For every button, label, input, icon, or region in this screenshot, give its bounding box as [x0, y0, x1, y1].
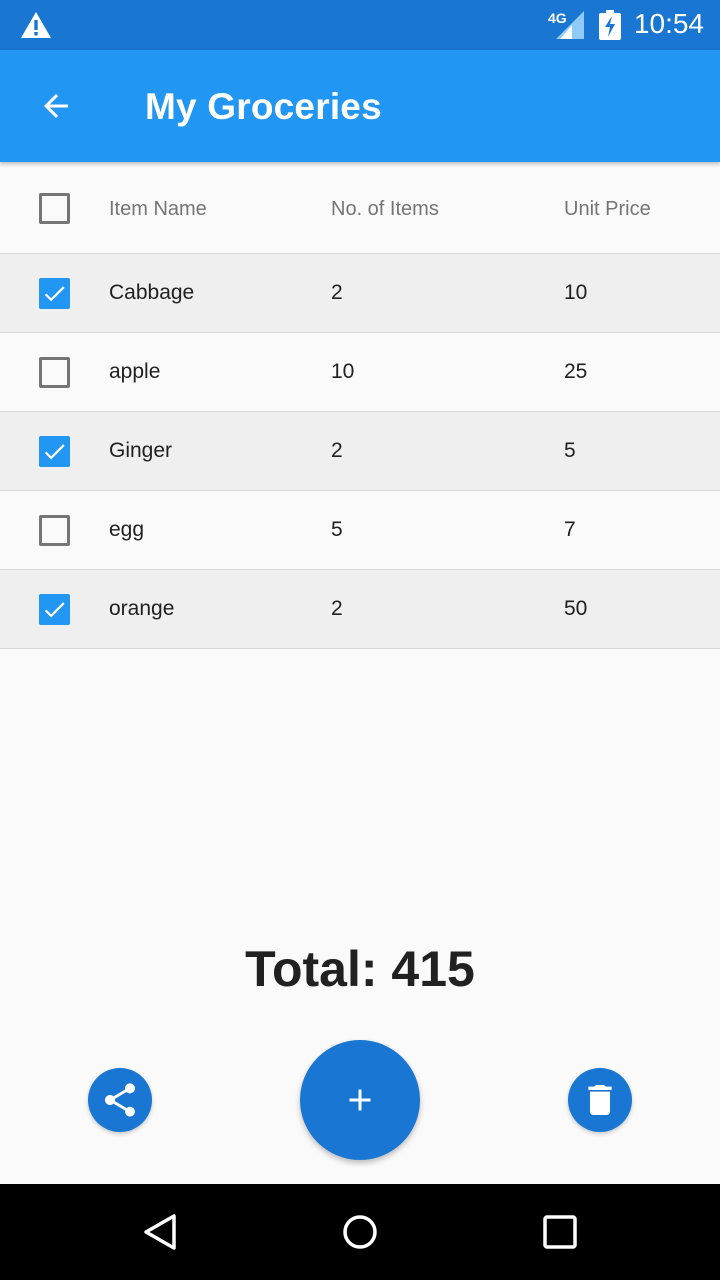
warning-icon — [21, 12, 51, 38]
network-type: 4G — [548, 10, 567, 26]
header-unit-price[interactable]: Unit Price — [564, 198, 651, 221]
table-row[interactable]: Ginger 2 5 — [0, 412, 720, 491]
nav-recents-icon[interactable] — [540, 1212, 580, 1252]
item-price: 7 — [564, 518, 576, 541]
item-name: Ginger — [109, 439, 173, 462]
table-row[interactable]: apple 10 25 — [0, 333, 720, 412]
item-price: 10 — [564, 281, 588, 304]
clock: 10:54 — [633, 8, 704, 39]
nav-back-icon[interactable] — [140, 1212, 180, 1252]
item-qty: 10 — [331, 360, 355, 383]
share-button[interactable] — [88, 1068, 152, 1132]
total-label: Total: 415 — [245, 941, 475, 997]
system-nav-bar — [0, 1184, 720, 1280]
item-qty: 5 — [331, 518, 343, 541]
grocery-table: Item Name No. of Items Unit Price Cabbag… — [0, 162, 720, 649]
item-price: 50 — [564, 597, 588, 620]
table-header: Item Name No. of Items Unit Price — [0, 162, 720, 254]
delete-button[interactable] — [568, 1068, 632, 1132]
header-item-name[interactable]: Item Name — [109, 198, 207, 221]
item-qty: 2 — [331, 281, 343, 304]
item-name: egg — [109, 518, 145, 541]
item-name: orange — [109, 597, 175, 620]
item-name: apple — [109, 360, 161, 383]
trash-icon — [588, 1085, 612, 1115]
row-checkbox[interactable] — [39, 357, 70, 388]
row-checkbox[interactable] — [39, 515, 70, 546]
checkmark-icon — [44, 286, 65, 302]
select-all-checkbox[interactable] — [39, 193, 70, 224]
row-checkbox[interactable] — [39, 436, 70, 467]
add-item-button[interactable] — [300, 1040, 420, 1160]
table-row[interactable]: egg 5 7 — [0, 491, 720, 570]
table-row[interactable]: orange 2 50 — [0, 570, 720, 649]
checkmark-icon — [44, 444, 65, 460]
header-no-of-items[interactable]: No. of Items — [331, 198, 439, 221]
item-price: 5 — [564, 439, 576, 462]
item-name: Cabbage — [109, 281, 195, 304]
arrow-back-icon — [44, 94, 68, 118]
share-icon — [105, 1083, 135, 1117]
row-checkbox[interactable] — [39, 594, 70, 625]
app-bar: My Groceries — [0, 50, 720, 162]
item-price: 25 — [564, 360, 588, 383]
table-row[interactable]: Cabbage 2 10 — [0, 254, 720, 333]
battery-charging-icon — [599, 10, 621, 40]
back-button[interactable] — [28, 78, 84, 134]
page-title: My Groceries — [145, 86, 382, 127]
row-checkbox[interactable] — [39, 278, 70, 309]
checkmark-icon — [44, 602, 65, 618]
status-bar: 4G 10:54 — [0, 0, 720, 50]
plus-icon — [349, 1089, 371, 1111]
item-qty: 2 — [331, 439, 343, 462]
nav-home-icon[interactable] — [340, 1212, 380, 1252]
item-qty: 2 — [331, 597, 343, 620]
